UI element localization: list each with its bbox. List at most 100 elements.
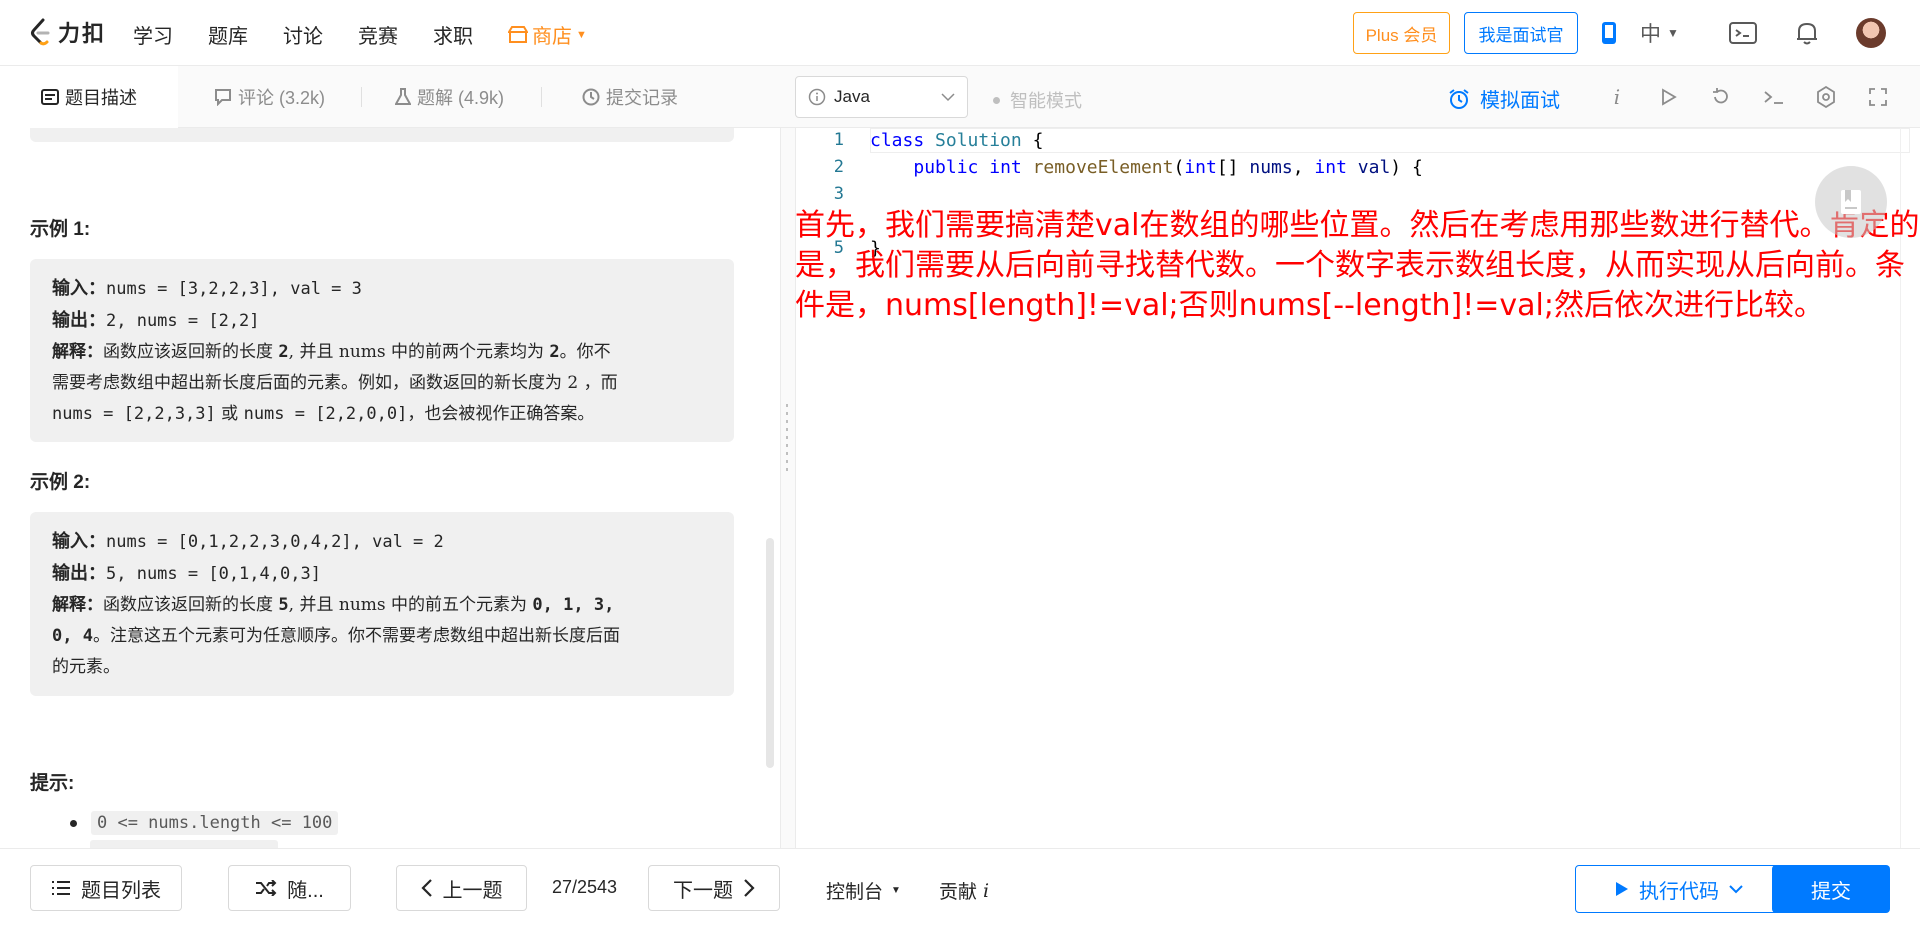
brand-name: 力扣 [58, 21, 107, 46]
example-1-output: 输出：2, nums = [2,2] [52, 310, 260, 331]
interviewer-button[interactable]: 我是面试官 [1464, 12, 1578, 54]
logo[interactable]: 力扣 [28, 16, 106, 48]
panel-tab-row: 题目描述 评论 (3.2k) 题解 (4.9k) 提交记录 Java 智能模式 … [0, 66, 1920, 128]
contribute-label: 贡献 [939, 882, 978, 903]
next-label: 下一题 [673, 879, 733, 902]
main-nav: 学习 题库 讨论 竞赛 求职 商店 ▼ [133, 20, 622, 49]
document-icon [41, 89, 59, 105]
leetcode-logo-icon [31, 18, 50, 46]
line-number: 2 [833, 157, 844, 177]
annotation-overlay-text: 首先，我们需要搞清楚val在数组的哪些位置。然后在考虑用那些数进行替代。肯定的是… [795, 208, 1920, 323]
tab-comments-label: 评论 (3.2k) [238, 88, 326, 108]
caret-down-icon: ▼ [891, 885, 901, 896]
terminal-icon[interactable] [1761, 84, 1787, 110]
plus-member-button[interactable]: Plus 会员 [1353, 12, 1450, 54]
hint-code: 0 <= nums.length <= 100 [91, 811, 339, 835]
tab-description-label: 题目描述 [65, 88, 137, 108]
console-label: 控制台 [826, 882, 884, 903]
prev-problem-button[interactable]: 上一题 [396, 865, 527, 911]
random-problem-button[interactable]: 随... [228, 865, 351, 911]
problem-list-button[interactable]: 题目列表 [30, 865, 182, 911]
example-2-output: 输出：5, nums = [0,1,4,0,3] [52, 563, 321, 584]
notes-float-button[interactable] [1815, 166, 1887, 238]
example-1-explanation: 解释：函数应该返回新的长度 2, 并且 nums 中的前两个元素均为 2。你不 … [52, 342, 618, 424]
prev-label: 上一题 [442, 879, 503, 902]
nav-contest[interactable]: 竞赛 [358, 20, 398, 49]
bullet-icon [70, 819, 77, 827]
tab-comments[interactable]: 评论 (3.2k) [214, 66, 325, 128]
clock-icon [582, 88, 600, 106]
nav-learn[interactable]: 学习 [133, 20, 173, 49]
mobile-icon[interactable] [1594, 18, 1624, 48]
mock-interview-label: 模拟面试 [1480, 90, 1560, 112]
code-line-1[interactable]: class Solution { [870, 130, 1043, 151]
drag-handle-icon[interactable] [786, 404, 788, 476]
previous-content-block [30, 128, 734, 142]
line-number: 3 [833, 184, 844, 204]
play-outline-icon[interactable] [1656, 84, 1682, 110]
language-selector[interactable]: 中 ▼ [1640, 18, 1679, 48]
example-1-box: 输入：nums = [3,2,2,3], val = 3 输出：2, nums … [30, 259, 734, 442]
description-scrollbar[interactable] [766, 538, 774, 768]
nav-store-label: 商店 [532, 26, 572, 48]
chevron-down-icon [941, 93, 955, 102]
code-language-label: Java [834, 87, 870, 106]
line-number: 1 [833, 130, 844, 150]
nav-discuss[interactable]: 讨论 [283, 20, 323, 49]
bottom-toolbar: 题目列表 随... 上一题 27/2543 下一题 控制台 ▼ 贡献 i 执行代… [0, 848, 1920, 926]
random-label: 随... [287, 879, 324, 902]
fullscreen-icon[interactable] [1865, 84, 1891, 110]
play-icon [1616, 882, 1628, 896]
user-avatar[interactable] [1856, 18, 1886, 48]
settings-icon[interactable] [1813, 84, 1839, 110]
problem-description-panel: 示例 1: 输入：nums = [3,2,2,3], val = 3 输出：2,… [0, 128, 780, 848]
smart-mode-toggle[interactable]: 智能模式 [993, 87, 1082, 113]
notebook-icon [1841, 190, 1861, 214]
submit-button[interactable]: 提交 [1772, 865, 1890, 913]
run-code-button[interactable]: 执行代码 [1575, 865, 1783, 913]
contribute-button[interactable]: 贡献 i [939, 877, 989, 904]
tab-divider [361, 87, 362, 107]
example-2-explanation: 解释：函数应该返回新的长度 5, 并且 nums 中的前五个元素为 0, 1, … [52, 595, 620, 677]
info-icon [808, 88, 826, 106]
hint-item-clipped [90, 840, 278, 848]
example-2-input: 输入：nums = [0,1,2,2,3,0,4,2], val = 2 [52, 531, 444, 552]
caret-down-icon: ▼ [576, 28, 587, 41]
chevron-right-icon [744, 879, 755, 897]
tab-description[interactable]: 题目描述 [0, 66, 178, 128]
language-label: 中 [1640, 23, 1661, 46]
tab-submissions[interactable]: 提交记录 [582, 66, 678, 128]
nav-jobs[interactable]: 求职 [433, 20, 473, 49]
code-language-select[interactable]: Java [795, 76, 968, 118]
list-icon [52, 881, 70, 895]
caret-down-icon: ▼ [1667, 26, 1679, 40]
info-i-icon: i [983, 879, 990, 902]
comment-icon [215, 89, 231, 106]
console-toggle[interactable]: 控制台 ▼ [826, 877, 901, 904]
example-2-title: 示例 2: [30, 472, 91, 493]
hints-title: 提示: [30, 773, 75, 794]
example-2-box: 输入：nums = [0,1,2,2,3,0,4,2], val = 2 输出：… [30, 512, 734, 696]
run-code-label: 执行代码 [1639, 880, 1719, 903]
status-dot-icon [993, 96, 1000, 104]
top-navbar: 力扣 学习 题库 讨论 竞赛 求职 商店 ▼ Plus 会员 我是面试官 中 ▼ [0, 0, 1920, 66]
chevron-down-icon [1729, 885, 1743, 894]
tab-solutions[interactable]: 题解 (4.9k) [395, 66, 504, 128]
next-problem-button[interactable]: 下一题 [648, 865, 780, 911]
hint-item: 0 <= nums.length <= 100 [70, 811, 339, 835]
example-1-title: 示例 1: [30, 219, 91, 240]
notification-bell-icon[interactable] [1792, 18, 1822, 48]
nav-problemset[interactable]: 题库 [208, 20, 248, 49]
playground-icon[interactable] [1728, 18, 1758, 48]
store-icon [508, 25, 528, 43]
chevron-left-icon [420, 879, 432, 897]
mock-interview-button[interactable]: 模拟面试 [1448, 84, 1560, 113]
panel-resize-divider[interactable] [780, 128, 796, 848]
shuffle-icon [256, 880, 277, 896]
problem-list-label: 题目列表 [81, 879, 161, 902]
tab-submissions-label: 提交记录 [606, 88, 678, 108]
reset-icon[interactable] [1708, 84, 1734, 110]
info-i-icon[interactable]: i [1604, 84, 1630, 110]
code-line-2[interactable]: public int removeElement(int[] nums, int… [870, 157, 1422, 178]
nav-store[interactable]: 商店 ▼ [508, 20, 587, 49]
